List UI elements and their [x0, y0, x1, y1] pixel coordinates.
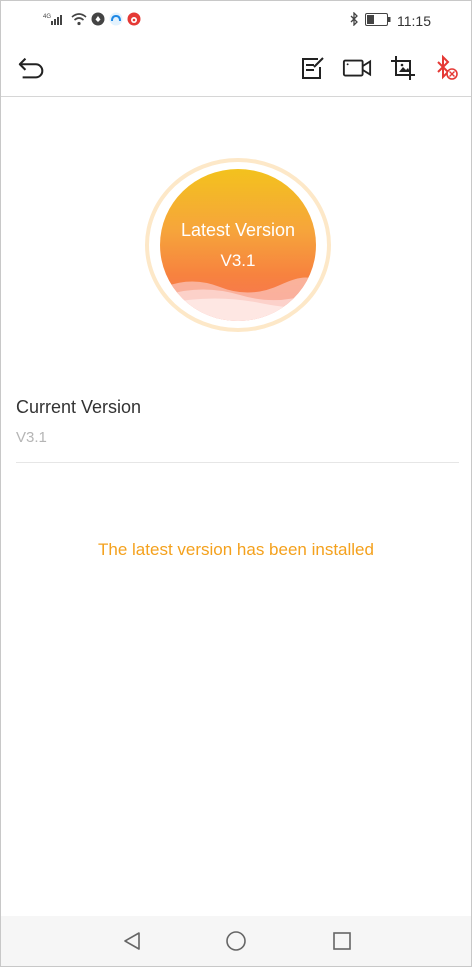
- cloud-app-icon: [109, 12, 123, 31]
- divider: [16, 462, 459, 463]
- status-left: 4G: [43, 12, 141, 31]
- current-version-value: V3.1: [16, 429, 47, 446]
- status-bar: 4G 11:15: [1, 1, 471, 41]
- bluetooth-disconnected-icon[interactable]: [432, 53, 462, 83]
- image-crop-icon[interactable]: [388, 53, 418, 83]
- top-toolbar: [1, 41, 471, 97]
- nav-back-icon[interactable]: [119, 928, 145, 954]
- back-arrow-icon[interactable]: [17, 53, 47, 83]
- badge-version: V3.1: [220, 251, 256, 270]
- bluetooth-icon: [349, 11, 359, 29]
- battery-icon: [365, 12, 391, 29]
- signal-icon: 4G: [43, 12, 67, 31]
- system-nav-bar: [1, 916, 471, 966]
- shield-app-icon: [91, 12, 105, 31]
- network-label: 4G: [43, 14, 51, 20]
- status-right: 11:15: [349, 11, 431, 29]
- clock: 11:15: [397, 12, 431, 29]
- nav-home-icon[interactable]: [223, 928, 249, 954]
- video-camera-icon[interactable]: [342, 53, 372, 83]
- version-badge: Latest Version V3.1: [160, 169, 316, 321]
- edit-note-icon[interactable]: [298, 53, 328, 83]
- weibo-app-icon: [127, 12, 141, 31]
- nav-recents-icon[interactable]: [329, 928, 355, 954]
- badge-title: Latest Version: [180, 220, 296, 240]
- wifi-icon: [71, 12, 87, 31]
- wave-decoration: [160, 277, 316, 321]
- app-screen: 4G 11:15 Latest Version V3.1 Current Ver…: [0, 0, 472, 967]
- current-version-label: Current Version: [16, 397, 142, 417]
- install-status-message: The latest version has been installed: [98, 540, 374, 559]
